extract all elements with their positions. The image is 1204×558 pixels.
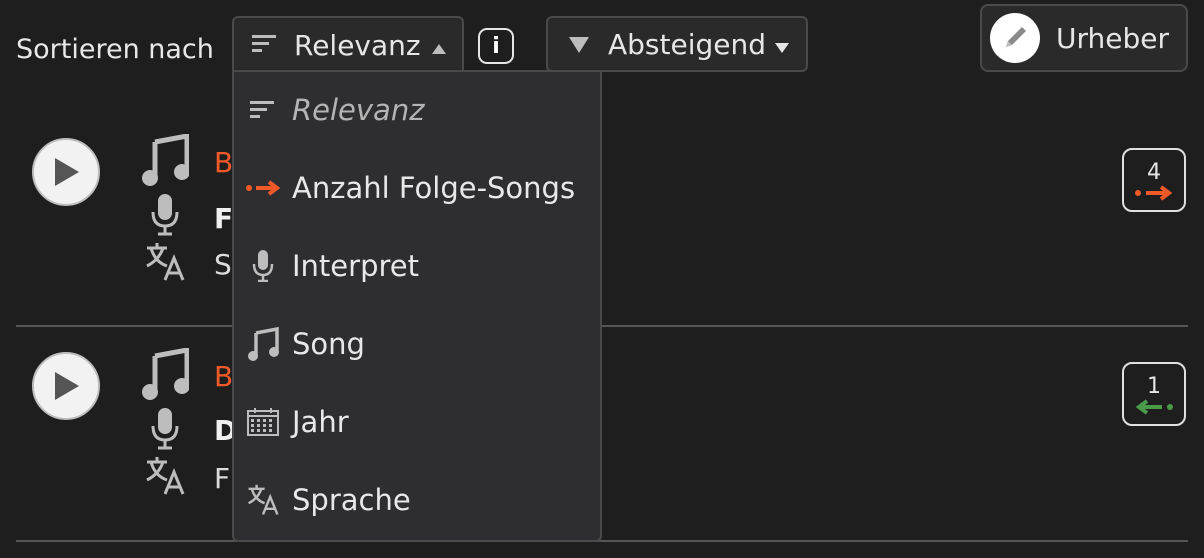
dropdown-item-follow-songs[interactable]: Anzahl Folge-Songs <box>234 158 600 218</box>
language-name: S <box>214 248 232 281</box>
caret-down-icon <box>774 28 790 61</box>
sort-field-value: Relevanz <box>294 28 421 62</box>
play-icon <box>55 372 79 400</box>
dropdown-item-relevanz[interactable]: Relevanz <box>234 80 600 140</box>
translate-icon <box>234 484 292 516</box>
row-divider <box>16 540 1188 542</box>
dropdown-item-label: Song <box>292 327 365 361</box>
caret-up-icon <box>431 29 447 62</box>
arrow-right-dot-icon <box>234 180 292 196</box>
sort-order-select[interactable]: Absteigend <box>546 16 808 72</box>
dropdown-item-label: Jahr <box>292 405 349 439</box>
arrow-left-dot-icon <box>1135 398 1173 415</box>
sort-lines-icon <box>252 29 278 62</box>
follow-songs-badge[interactable]: 1 <box>1122 362 1186 426</box>
microphone-icon <box>140 408 190 450</box>
dropdown-item-label: Interpret <box>292 249 419 283</box>
follow-songs-badge[interactable]: 4 <box>1122 148 1186 212</box>
pencil-icon <box>990 13 1040 63</box>
song-title[interactable]: B <box>214 146 233 179</box>
row-divider <box>16 325 1188 327</box>
dropdown-item-sprache[interactable]: Sprache <box>234 470 600 530</box>
microphone-icon <box>234 250 292 282</box>
translate-icon <box>140 456 190 496</box>
play-button[interactable] <box>32 352 100 420</box>
music-note-icon <box>234 327 292 361</box>
triangle-down-icon <box>568 28 590 61</box>
song-title[interactable]: B <box>214 360 233 393</box>
dropdown-item-label: Relevanz <box>292 93 425 127</box>
dropdown-item-jahr[interactable]: Jahr <box>234 392 600 452</box>
author-label: Urheber <box>1056 21 1169 55</box>
dropdown-item-interpret[interactable]: Interpret <box>234 236 600 296</box>
follow-songs-count: 1 <box>1147 373 1161 399</box>
dropdown-item-song[interactable]: Song <box>234 314 600 374</box>
dropdown-item-label: Sprache <box>292 483 411 517</box>
translate-icon <box>140 242 190 282</box>
dropdown-item-label: Anzahl Folge-Songs <box>292 171 576 205</box>
sort-field-select[interactable]: Relevanz <box>232 16 464 72</box>
info-button[interactable]: i <box>478 28 514 64</box>
arrow-right-dot-icon <box>1135 184 1173 201</box>
sort-by-label: Sortieren nach <box>16 34 214 65</box>
author-button[interactable]: Urheber <box>980 4 1188 72</box>
music-note-icon <box>140 348 190 400</box>
calendar-icon <box>234 408 292 436</box>
play-icon <box>55 158 79 186</box>
follow-songs-count: 4 <box>1147 159 1161 185</box>
sort-lines-icon <box>234 99 292 121</box>
sort-field-dropdown: Relevanz Anzahl Folge-Songs Interpret So… <box>232 70 602 542</box>
artist-name[interactable]: F <box>214 202 233 235</box>
microphone-icon <box>140 194 190 236</box>
sort-order-value: Absteigend <box>608 27 767 61</box>
language-name: F <box>214 462 231 495</box>
play-button[interactable] <box>32 138 100 206</box>
music-note-icon <box>140 134 190 186</box>
